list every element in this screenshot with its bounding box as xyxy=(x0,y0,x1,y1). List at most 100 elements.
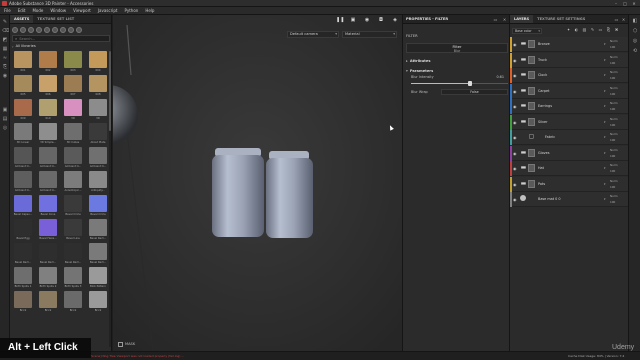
layer-row[interactable]: ◉ ▬ Hat ▾ Norm 100 xyxy=(510,161,628,176)
asset-thumbnail[interactable] xyxy=(89,171,107,188)
layer-row[interactable]: ◉ ▬ Gloves ▾ Norm 100 xyxy=(510,145,628,161)
layer-blend-mode[interactable]: Norm xyxy=(610,132,618,136)
layer-opacity[interactable]: 100 xyxy=(610,76,615,80)
asset-thumbnail[interactable] xyxy=(14,171,32,188)
screenshot-icon[interactable]: ◘ xyxy=(378,17,384,23)
layer-name[interactable]: Bronze xyxy=(538,42,550,46)
chevron-down-icon[interactable]: ▾ xyxy=(604,120,606,124)
asset-item[interactable]: 3D Simple... xyxy=(37,123,59,147)
menu-viewport[interactable]: Viewport xyxy=(73,8,91,13)
add-effect-icon[interactable]: ✦ xyxy=(566,27,571,33)
layer-row[interactable]: ◉ Base mat 0 0 ▾ Norm 100 xyxy=(510,192,628,207)
asset-thumbnail[interactable] xyxy=(64,291,82,308)
filter-materials-icon[interactable] xyxy=(12,26,18,33)
layer-mask-thumbnail[interactable] xyxy=(528,55,535,64)
chevron-down-icon[interactable]: ▾ xyxy=(604,73,606,77)
filter-generators-icon[interactable] xyxy=(60,26,66,33)
asset-item[interactable]: Bevel Line xyxy=(62,219,84,243)
attributes-group[interactable]: ▸ Attributes xyxy=(406,59,430,63)
chevron-down-icon[interactable]: ▾ xyxy=(604,135,606,139)
layer-mask-thumbnail[interactable] xyxy=(528,71,535,79)
asset-thumbnail[interactable] xyxy=(89,267,107,284)
layer-opacity[interactable]: 100 xyxy=(610,61,615,65)
share-icon[interactable]: ◈ xyxy=(392,17,398,23)
filter-alphas-icon[interactable] xyxy=(36,26,42,33)
chevron-down-icon[interactable]: ▾ xyxy=(604,197,606,201)
material-picker-icon[interactable]: ◉ xyxy=(2,73,8,79)
asset-thumbnail[interactable] xyxy=(14,219,32,236)
display-settings-icon[interactable]: ◎ xyxy=(2,125,8,131)
asset-thumbnail[interactable] xyxy=(14,195,32,212)
camera-icon[interactable]: ▣ xyxy=(350,17,356,23)
chevron-down-icon[interactable]: ▾ xyxy=(604,89,606,93)
layer-blend-mode[interactable]: Norm xyxy=(610,194,618,198)
asset-item[interactable]: 008 xyxy=(87,75,109,99)
asset-thumbnail[interactable] xyxy=(14,243,32,260)
layer-name[interactable]: Earrings xyxy=(538,104,552,108)
asset-item[interactable]: 001 xyxy=(12,51,34,75)
bake-icon[interactable]: ▣ xyxy=(2,107,8,113)
asset-item[interactable]: 005 xyxy=(12,75,34,99)
add-folder-icon[interactable]: ▭ xyxy=(598,27,603,33)
asset-item[interactable]: Bevel Cone xyxy=(37,195,59,219)
asset-thumbnail[interactable] xyxy=(89,123,107,140)
asset-item[interactable]: Brick xyxy=(37,291,59,315)
asset-item[interactable]: 3D Linear xyxy=(12,123,34,147)
layer-row[interactable]: ◉ ▬ Earrings ▾ Norm 100 xyxy=(510,99,628,114)
asset-item[interactable]: 3D xyxy=(87,99,109,123)
asset-thumbnail[interactable] xyxy=(64,75,82,92)
layer-row[interactable]: ◉ ▬ Pots ▾ Norm 100 xyxy=(510,176,628,192)
asset-item[interactable]: 006 xyxy=(37,75,59,99)
asset-item[interactable]: Bevel Rect... xyxy=(12,243,34,267)
asset-item[interactable]: Birth Spots 2 xyxy=(37,267,59,291)
asset-thumbnail[interactable] xyxy=(14,123,32,140)
layer-opacity[interactable]: 100 xyxy=(610,200,615,204)
layer-mask-thumbnail[interactable] xyxy=(528,179,535,188)
tab-layers[interactable]: LAYERS xyxy=(510,15,534,23)
blur-wrap-select[interactable]: False xyxy=(441,89,508,95)
layer-blend-mode[interactable]: Norm xyxy=(610,163,618,167)
assets-scrollbar-thumb[interactable] xyxy=(109,51,111,131)
asset-thumbnail[interactable] xyxy=(89,99,107,116)
asset-item[interactable]: Bevel Hexa... xyxy=(37,219,59,243)
add-paint-layer-icon[interactable]: ✎ xyxy=(590,27,595,33)
layer-mask-thumbnail[interactable] xyxy=(528,102,535,110)
add-mask-icon[interactable]: ◐ xyxy=(574,27,579,33)
asset-thumbnail[interactable] xyxy=(89,219,107,236)
asset-thumbnail[interactable] xyxy=(89,51,107,68)
menu-file[interactable]: File xyxy=(4,8,11,13)
asset-thumbnail[interactable] xyxy=(39,195,57,212)
camera-select[interactable]: Default camera ▾ xyxy=(287,31,339,38)
parameters-group[interactable]: ▾ Parameters xyxy=(406,69,433,73)
asset-item[interactable]: Bevel Egg xyxy=(12,219,34,243)
asset-thumbnail[interactable] xyxy=(39,267,57,284)
status-message[interactable]: [Scene] Nog Tree Viewport was not loaded… xyxy=(90,354,290,358)
visibility-eye-icon[interactable]: ◉ xyxy=(513,42,517,47)
asset-thumbnail[interactable] xyxy=(14,291,32,308)
asset-item[interactable]: Birth Spots 3 xyxy=(62,267,84,291)
visibility-eye-icon[interactable]: ◉ xyxy=(513,135,517,140)
panel-close-icon[interactable]: ✕ xyxy=(621,17,626,22)
blur-intensity-handle[interactable] xyxy=(468,81,473,86)
layer-mask-thumbnail[interactable] xyxy=(528,117,535,126)
asset-thumbnail[interactable] xyxy=(14,99,32,116)
pause-icon[interactable]: ❚❚ xyxy=(336,17,344,23)
layer-blend-mode[interactable]: Norm xyxy=(610,55,618,59)
jar-right[interactable] xyxy=(266,151,313,238)
chevron-down-icon[interactable]: ▾ xyxy=(604,182,606,186)
asset-item[interactable]: Ambient O... xyxy=(12,171,34,195)
layer-opacity[interactable]: 100 xyxy=(610,169,615,173)
asset-thumbnail[interactable] xyxy=(39,123,57,140)
layer-blend-mode[interactable]: Norm xyxy=(610,148,618,152)
panel-menu-icon[interactable]: ▭ xyxy=(614,17,619,22)
asset-item[interactable]: 009 xyxy=(12,99,34,123)
panel-close-icon[interactable]: ✕ xyxy=(502,17,507,22)
chevron-down-icon[interactable]: ▾ xyxy=(604,104,606,108)
asset-thumbnail[interactable] xyxy=(39,291,57,308)
asset-item[interactable]: Brick xyxy=(87,291,109,315)
asset-thumbnail[interactable] xyxy=(39,147,57,164)
layer-mask-thumbnail[interactable] xyxy=(528,40,535,48)
clone-icon[interactable]: ⎘ xyxy=(2,64,8,70)
visibility-eye-icon[interactable]: ◉ xyxy=(513,182,517,187)
visibility-eye-icon[interactable]: ◉ xyxy=(513,120,517,125)
